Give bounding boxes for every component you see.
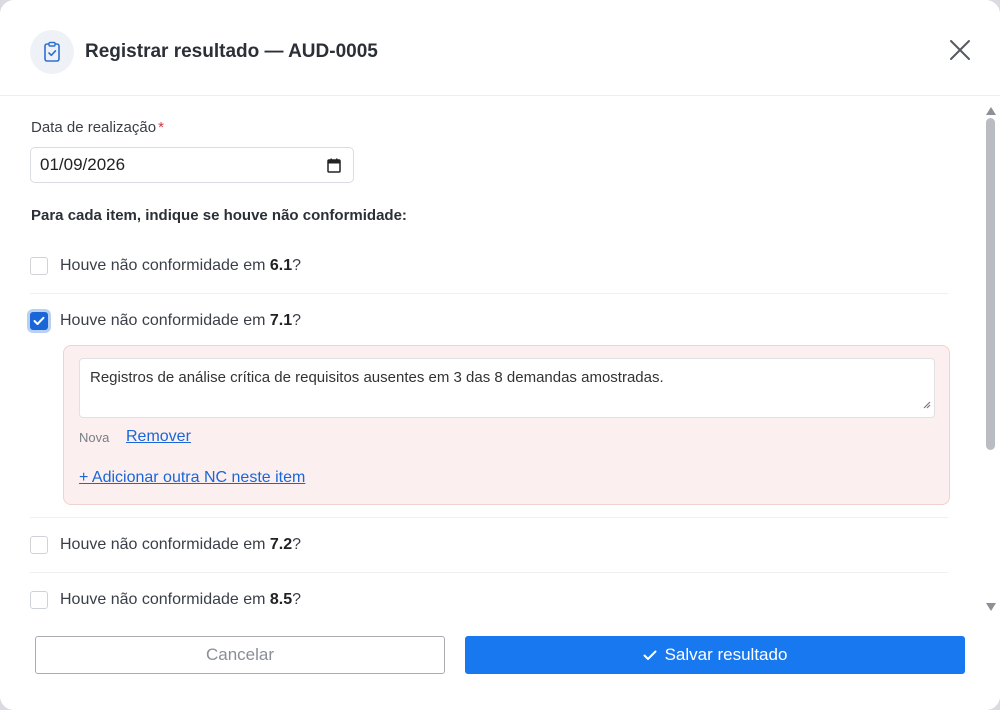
close-button[interactable] [944, 36, 976, 68]
scrollbar[interactable] [982, 96, 1000, 616]
checkbox-8-5[interactable] [30, 591, 48, 609]
remove-link[interactable]: Remover [126, 428, 191, 446]
cancel-button[interactable]: Cancelar [35, 636, 445, 674]
nc-item-7-1[interactable]: Houve não conformidade em 7.1? [30, 309, 948, 333]
add-nc-link[interactable]: + Adicionar outra NC neste item [79, 469, 305, 487]
close-icon [949, 39, 971, 66]
date-input[interactable]: 01/09/2026 [30, 147, 354, 183]
new-badge: Nova [79, 430, 110, 445]
nc-entry-panel: Registros de análise crítica de requisit… [63, 345, 950, 505]
divider [30, 517, 948, 518]
required-marker: * [158, 119, 164, 136]
nc-item-6-1[interactable]: Houve não conformidade em 6.1? [30, 254, 948, 278]
checkbox-7-2[interactable] [30, 536, 48, 554]
divider [30, 572, 948, 573]
calendar-icon[interactable] [327, 158, 341, 178]
section-title: Para cada item, indique se houve não con… [31, 207, 407, 224]
item-label: Houve não conformidade em 7.1? [60, 312, 302, 329]
checkmark-icon [33, 316, 45, 325]
scrollbar-thumb[interactable] [986, 118, 995, 450]
item-label: Houve não conformidade em 7.2? [60, 536, 302, 553]
clipboard-check-icon [30, 30, 74, 74]
dialog-header: Registrar resultado — AUD-0005 [0, 0, 1000, 96]
check-icon [643, 650, 657, 661]
nc-description-text: Registros de análise crítica de requisit… [90, 369, 664, 386]
save-button-label: Salvar resultado [664, 645, 788, 664]
save-result-button[interactable]: Salvar resultado [465, 636, 965, 674]
nc-item-7-2[interactable]: Houve não conformidade em 7.2? [30, 533, 948, 557]
checkbox-6-1[interactable] [30, 257, 48, 275]
nc-item-8-5[interactable]: Houve não conformidade em 8.5? [30, 588, 948, 612]
resize-grip-icon[interactable] [922, 396, 931, 414]
item-label: Houve não conformidade em 8.5? [60, 591, 302, 608]
nc-description-textarea[interactable]: Registros de análise crítica de requisit… [79, 358, 935, 418]
dialog-title: Registrar resultado — AUD-0005 [85, 41, 378, 62]
date-value: 01/09/2026 [40, 155, 126, 174]
item-label: Houve não conformidade em 6.1? [60, 257, 302, 274]
scroll-down-arrow-icon[interactable] [986, 598, 996, 616]
date-label: Data de realização * [31, 119, 164, 136]
divider [30, 293, 948, 294]
checkbox-7-1[interactable] [30, 312, 48, 330]
dialog-footer: Cancelar Salvar resultado [0, 616, 1000, 710]
register-result-dialog: Registrar resultado — AUD-0005 Data de r… [0, 0, 1000, 710]
